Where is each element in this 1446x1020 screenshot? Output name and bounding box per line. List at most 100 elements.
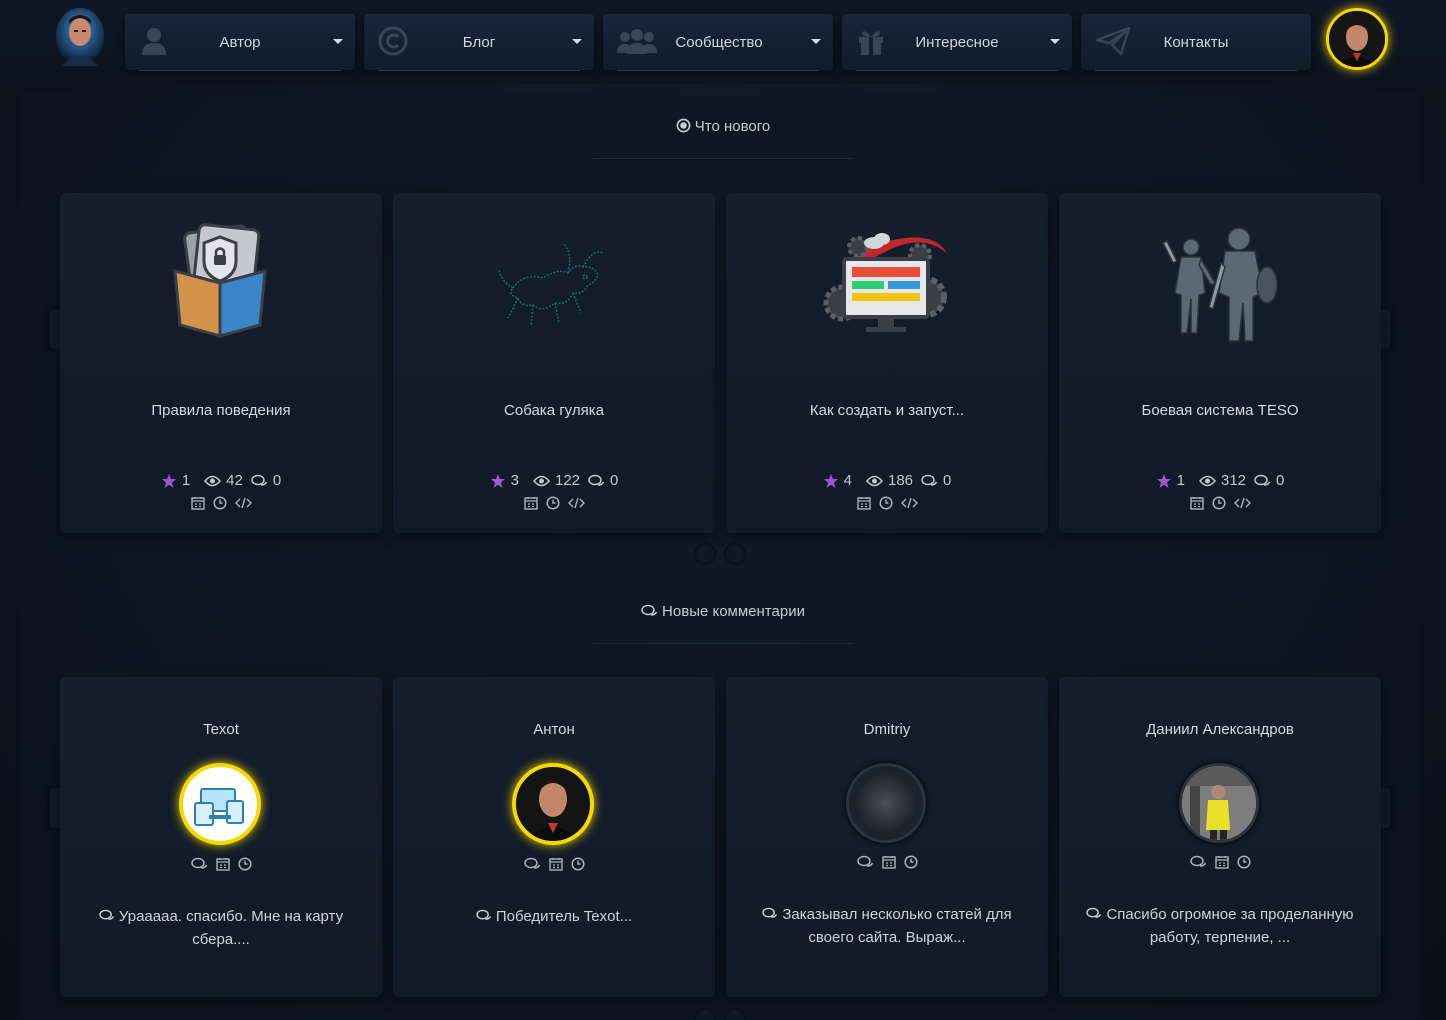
- dot-circle-icon: [676, 118, 691, 133]
- comments-count: 0: [610, 472, 619, 489]
- comment-text[interactable]: Спасибо огромное за проделанную работу, …: [1079, 903, 1361, 949]
- comment-card[interactable]: Антон Победитель Texot...: [393, 677, 715, 997]
- rating-count: 1: [1176, 472, 1185, 489]
- copyright-icon: [378, 26, 408, 56]
- article-card[interactable]: Боевая система TESO 1 312 0: [1059, 193, 1381, 533]
- nav-item-label: Автор: [219, 33, 261, 51]
- comments-icon: [588, 474, 605, 486]
- paper-plane-icon: [1095, 26, 1131, 56]
- comments-icon: [1189, 855, 1206, 867]
- carousel-dot[interactable]: [694, 1008, 716, 1020]
- article-stats: 1 312 0: [1059, 472, 1381, 489]
- code-icon: [1233, 497, 1251, 509]
- chevron-down-icon: [811, 39, 821, 44]
- nav-item-community[interactable]: Сообщество: [603, 14, 833, 71]
- comments-icon: [99, 909, 114, 920]
- folder-lock-icon: [173, 223, 267, 338]
- comments-icon: [1254, 474, 1271, 486]
- clock-icon: [212, 496, 227, 510]
- article-card[interactable]: Как создать и запуст... 4 186 0: [726, 193, 1048, 533]
- comment-author[interactable]: Антон: [393, 721, 715, 738]
- warriors-icon: [1161, 227, 1278, 342]
- star-icon: [1156, 473, 1171, 488]
- eye-icon: [866, 475, 883, 486]
- nav-item-interesting[interactable]: Интересное: [842, 14, 1072, 71]
- star-icon: [490, 473, 505, 488]
- comments-icon: [856, 855, 873, 867]
- views-count: 186: [887, 472, 914, 489]
- divider: [593, 643, 853, 644]
- code-icon: [900, 497, 918, 509]
- carousel-dot[interactable]: [724, 543, 746, 565]
- comment-card[interactable]: Даниил Александров Спасибо огромное за п…: [1059, 677, 1381, 997]
- new-comments-heading-text: Новые комментарии: [662, 603, 805, 620]
- article-card[interactable]: Собака гуляка 3 122 0: [393, 193, 715, 533]
- chevron-down-icon: [1050, 39, 1060, 44]
- comments-count: 0: [943, 472, 952, 489]
- comment-author[interactable]: Даниил Александров: [1059, 721, 1381, 738]
- comment-author[interactable]: Dmitriy: [726, 721, 1048, 738]
- computer-gears-icon: [823, 233, 947, 332]
- clock-icon: [570, 857, 585, 871]
- views-count: 42: [226, 472, 243, 489]
- clock-icon: [903, 855, 918, 869]
- worker-avatar[interactable]: [1179, 763, 1259, 843]
- comment-text[interactable]: Победитель Texot...: [413, 905, 695, 928]
- calendar-icon: [523, 497, 538, 510]
- divider: [593, 158, 853, 159]
- article-stats: 1 42 0: [60, 472, 382, 489]
- comment-meta: [393, 857, 715, 871]
- article-title[interactable]: Правила поведения: [60, 402, 382, 419]
- nav-item-author[interactable]: Автор: [125, 14, 355, 71]
- comment-text[interactable]: Заказывал несколько статей для своего са…: [746, 903, 1028, 949]
- comment-card[interactable]: Dmitriy Заказывал несколько статей для с…: [726, 677, 1048, 997]
- clock-icon: [237, 857, 252, 871]
- rating-count: 3: [510, 472, 519, 489]
- whats-new-heading-text: Что нового: [694, 118, 771, 135]
- comments-count: 0: [272, 472, 282, 489]
- eye-icon: [533, 475, 550, 486]
- user-icon: [142, 28, 166, 55]
- article-meta: [393, 496, 715, 510]
- calendar-icon: [856, 497, 871, 510]
- comments-icon: [921, 474, 938, 486]
- article-stats: 3 122 0: [393, 472, 715, 489]
- article-meta: [1059, 496, 1381, 510]
- comments-icon: [641, 604, 658, 616]
- carousel-dot[interactable]: [724, 1008, 746, 1020]
- new-comments-heading: Новые комментарии: [0, 603, 1446, 644]
- article-title[interactable]: Собака гуляка: [393, 402, 715, 419]
- code-icon: [234, 497, 252, 509]
- nav-item-label: Сообщество: [675, 33, 763, 51]
- devices-avatar[interactable]: [179, 763, 261, 845]
- comments-icon: [251, 474, 268, 486]
- star-icon: [823, 473, 838, 488]
- blurred-avatar[interactable]: [846, 763, 926, 843]
- comment-meta: [726, 855, 1048, 869]
- site-logo-avatar[interactable]: [52, 6, 108, 70]
- nav-item-contacts[interactable]: Контакты: [1081, 14, 1311, 71]
- carousel-pagination: [694, 1008, 746, 1020]
- nav-item-label: Интересное: [915, 33, 999, 51]
- article-card[interactable]: Правила поведения 1 42 0: [60, 193, 382, 533]
- users-icon: [617, 29, 657, 54]
- article-title[interactable]: Боевая система TESO: [1059, 402, 1381, 419]
- comment-author[interactable]: Texot: [60, 721, 382, 738]
- calendar-icon: [548, 858, 563, 871]
- user-profile-avatar[interactable]: [1326, 8, 1388, 70]
- article-meta: [726, 496, 1048, 510]
- comment-text-content: Урааааа. спасибо. Мне на карту сбера....: [118, 908, 344, 948]
- calendar-icon: [1189, 497, 1204, 510]
- man-avatar[interactable]: [512, 763, 594, 845]
- comments-icon: [476, 909, 491, 920]
- eye-icon: [204, 475, 222, 486]
- calendar-icon: [190, 497, 205, 510]
- comments-icon: [762, 907, 778, 918]
- comments-icon: [190, 857, 207, 869]
- carousel-dot[interactable]: [694, 543, 716, 565]
- comment-card[interactable]: Texot Урааааа. спасибо. Мне на карту сбе…: [60, 677, 382, 997]
- nav-item-blog[interactable]: Блог: [364, 14, 594, 71]
- nav-item-label: Блог: [462, 33, 496, 51]
- comment-text[interactable]: Урааааа. спасибо. Мне на карту сбера....: [80, 905, 362, 951]
- article-title[interactable]: Как создать и запуст...: [726, 402, 1048, 419]
